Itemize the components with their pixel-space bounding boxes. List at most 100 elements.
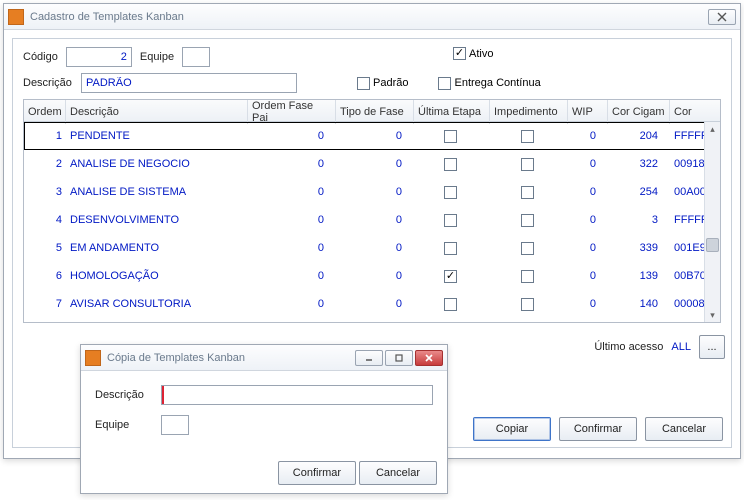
col-ordem[interactable]: Ordem: [24, 100, 66, 124]
cell-ordem-fase-pai: 0: [248, 298, 336, 310]
cell-impedimento[interactable]: [490, 130, 568, 143]
table-row[interactable]: 2 ANALISE DE NEGOCIO 0 0 0 322 0091867E: [24, 150, 720, 178]
col-ordem-fase-pai[interactable]: Ordem Fase Pai: [248, 100, 336, 124]
copy-titlebar[interactable]: Cópia de Templates Kanban: [81, 345, 447, 371]
equipe-label: Equipe: [140, 51, 174, 63]
cell-tipo-fase: 0: [336, 158, 414, 170]
cell-ordem: 6: [24, 270, 66, 282]
cell-cor-cigam: 3: [608, 214, 670, 226]
more-button[interactable]: ...: [699, 335, 725, 359]
confirmar-button[interactable]: Confirmar: [559, 417, 637, 441]
scroll-up-icon[interactable]: ▴: [706, 122, 719, 136]
cell-ultima-etapa[interactable]: [414, 186, 490, 199]
cell-tipo-fase: 0: [336, 270, 414, 282]
codigo-input[interactable]: [66, 47, 132, 67]
cell-impedimento[interactable]: [490, 242, 568, 255]
cell-wip: 0: [568, 186, 608, 198]
copy-cancelar-button[interactable]: Cancelar: [359, 461, 437, 485]
table-row[interactable]: 5 EM ANDAMENTO 0 0 0 339 001E954D: [24, 234, 720, 262]
cell-ultima-etapa[interactable]: [414, 242, 490, 255]
padrao-label: Padrão: [373, 77, 408, 89]
col-tipo-fase[interactable]: Tipo de Fase: [336, 100, 414, 124]
checkbox-icon: [444, 186, 457, 199]
cell-impedimento[interactable]: [490, 270, 568, 283]
cell-impedimento[interactable]: [490, 298, 568, 311]
copiar-button[interactable]: Copiar: [473, 417, 551, 441]
app-icon: [85, 350, 101, 366]
cell-descricao: ANALISE DE NEGOCIO: [66, 158, 248, 170]
maximize-icon[interactable]: [385, 350, 413, 366]
cell-wip: 0: [568, 298, 608, 310]
cell-tipo-fase: 0: [336, 186, 414, 198]
cell-ultima-etapa[interactable]: [414, 270, 490, 283]
close-icon[interactable]: [415, 350, 443, 366]
copy-dialog: Cópia de Templates Kanban Descrição Equi…: [80, 344, 448, 494]
cell-cor-cigam: 254: [608, 186, 670, 198]
copy-confirmar-button[interactable]: Confirmar: [278, 461, 356, 485]
entrega-label: Entrega Contínua: [454, 77, 540, 89]
cell-cor-cigam: 339: [608, 242, 670, 254]
col-wip[interactable]: WIP: [568, 100, 608, 124]
scroll-thumb[interactable]: [706, 238, 719, 252]
table-row[interactable]: 7 AVISAR CONSULTORIA 0 0 0 140 000080FF: [24, 290, 720, 318]
col-cor-cigam[interactable]: Cor Cigam: [608, 100, 670, 124]
table-row[interactable]: 1 PENDENTE 0 0 0 204 FFFFFFF0: [24, 122, 720, 150]
ativo-label: Ativo: [469, 48, 493, 60]
minimize-icon[interactable]: [355, 350, 383, 366]
checkbox-icon: [521, 298, 534, 311]
padrao-checkbox[interactable]: Padrão: [357, 77, 408, 90]
cell-ultima-etapa[interactable]: [414, 298, 490, 311]
table-row[interactable]: 3 ANALISE DE SISTEMA 0 0 0 254 00A00000: [24, 178, 720, 206]
copy-footer: Confirmar Cancelar: [81, 455, 447, 485]
cell-ordem: 2: [24, 158, 66, 170]
copy-equipe-input[interactable]: [161, 415, 189, 435]
cell-ultima-etapa[interactable]: [414, 158, 490, 171]
cell-ordem-fase-pai: 0: [248, 130, 336, 142]
table-row[interactable]: 4 DESENVOLVIMENTO 0 0 0 3 FFFFFFF2: [24, 206, 720, 234]
scroll-down-icon[interactable]: ▾: [706, 308, 719, 322]
cell-wip: 0: [568, 130, 608, 142]
copy-equipe-label: Equipe: [95, 419, 151, 431]
cell-ultima-etapa[interactable]: [414, 130, 490, 143]
equipe-input[interactable]: [182, 47, 210, 67]
cell-descricao: AVISAR CONSULTORIA: [66, 298, 248, 310]
checkbox-icon: [521, 186, 534, 199]
copy-descricao-input[interactable]: [161, 385, 433, 405]
checkbox-icon: [521, 214, 534, 227]
cell-impedimento[interactable]: [490, 158, 568, 171]
ativo-checkbox[interactable]: Ativo: [453, 47, 493, 60]
cell-descricao: ANALISE DE SISTEMA: [66, 186, 248, 198]
cell-descricao: DESENVOLVIMENTO: [66, 214, 248, 226]
col-cor[interactable]: Cor: [670, 100, 721, 124]
col-impedimento[interactable]: Impedimento: [490, 100, 568, 124]
cell-wip: 0: [568, 158, 608, 170]
cell-descricao: EM ANDAMENTO: [66, 242, 248, 254]
col-ultima-etapa[interactable]: Última Etapa: [414, 100, 490, 124]
cell-impedimento[interactable]: [490, 186, 568, 199]
cell-ordem: 5: [24, 242, 66, 254]
grid-scrollbar[interactable]: ▴ ▾: [704, 122, 720, 322]
checkbox-icon: [444, 270, 457, 283]
table-row[interactable]: 6 HOMOLOGAÇÃO 0 0 0 139 00B700B7: [24, 262, 720, 290]
cancelar-button[interactable]: Cancelar: [645, 417, 723, 441]
main-titlebar[interactable]: Cadastro de Templates Kanban: [4, 4, 740, 30]
codigo-label: Código: [23, 51, 58, 63]
descricao-input[interactable]: [81, 73, 297, 93]
checkbox-icon: [438, 77, 451, 90]
copy-descricao-label: Descrição: [95, 389, 151, 401]
checkbox-icon: [453, 47, 466, 60]
cell-tipo-fase: 0: [336, 242, 414, 254]
close-icon[interactable]: [708, 9, 736, 25]
cell-ordem: 1: [24, 130, 66, 142]
col-descricao[interactable]: Descrição: [66, 100, 248, 124]
cell-tipo-fase: 0: [336, 130, 414, 142]
cell-impedimento[interactable]: [490, 214, 568, 227]
checkbox-icon: [444, 158, 457, 171]
cell-wip: 0: [568, 214, 608, 226]
cell-ordem-fase-pai: 0: [248, 214, 336, 226]
cell-tipo-fase: 0: [336, 214, 414, 226]
checkbox-icon: [444, 242, 457, 255]
entrega-checkbox[interactable]: Entrega Contínua: [438, 77, 540, 90]
cell-ordem-fase-pai: 0: [248, 270, 336, 282]
cell-ultima-etapa[interactable]: [414, 214, 490, 227]
